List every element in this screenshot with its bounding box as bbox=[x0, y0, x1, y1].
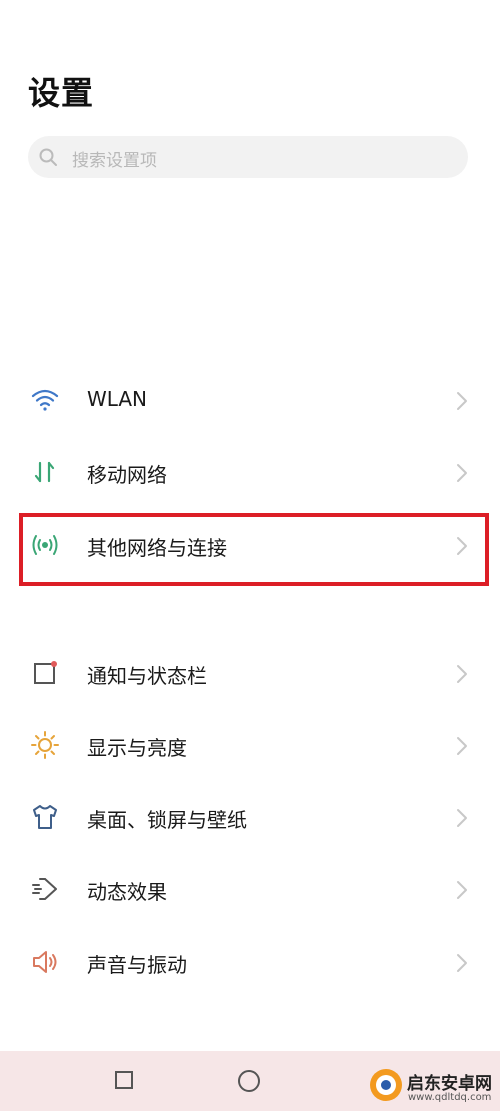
search-placeholder: 搜索设置项 bbox=[72, 151, 157, 171]
settings-item-sound[interactable]: 声音与振动 bbox=[0, 925, 500, 997]
settings-item-mobile-network[interactable]: 移动网络 bbox=[0, 435, 500, 507]
mobile-data-icon bbox=[34, 461, 55, 483]
brightness-icon bbox=[31, 731, 59, 759]
highlight-annotation-box bbox=[19, 513, 489, 586]
animation-icon bbox=[32, 878, 57, 900]
chevron-right-icon bbox=[457, 464, 467, 482]
watermark-url: www.qdltdq.com bbox=[408, 1092, 492, 1103]
wifi-icon bbox=[31, 389, 59, 411]
settings-item-notifications[interactable]: 通知与状态栏 bbox=[0, 636, 500, 708]
watermark: 启东安卓网 www.qdltdq.com bbox=[368, 1063, 496, 1109]
page-title: 设置 bbox=[28, 74, 95, 112]
settings-item-label: 移动网络 bbox=[87, 463, 167, 487]
chevron-right-icon bbox=[457, 954, 467, 972]
search-input[interactable]: 搜索设置项 bbox=[28, 136, 468, 178]
settings-item-label: 桌面、锁屏与壁纸 bbox=[87, 808, 247, 832]
chevron-right-icon bbox=[457, 881, 467, 899]
recent-apps-button[interactable] bbox=[115, 1071, 133, 1089]
chevron-right-icon bbox=[457, 737, 467, 755]
settings-item-wlan[interactable]: WLAN bbox=[0, 363, 500, 435]
settings-item-label: 动态效果 bbox=[87, 880, 167, 904]
speaker-icon bbox=[33, 951, 57, 973]
notification-icon bbox=[34, 661, 57, 684]
settings-item-wallpaper[interactable]: 桌面、锁屏与壁纸 bbox=[0, 780, 500, 852]
settings-item-label: 通知与状态栏 bbox=[87, 664, 207, 688]
settings-item-display[interactable]: 显示与亮度 bbox=[0, 708, 500, 780]
settings-item-label: WLAN bbox=[87, 387, 148, 411]
settings-item-label: 显示与亮度 bbox=[87, 736, 187, 760]
chevron-right-icon bbox=[457, 392, 467, 410]
chevron-right-icon bbox=[457, 809, 467, 827]
watermark-logo bbox=[370, 1069, 402, 1101]
home-button[interactable] bbox=[238, 1070, 260, 1092]
tshirt-icon bbox=[33, 805, 57, 829]
search-icon bbox=[39, 148, 57, 166]
settings-item-label: 声音与振动 bbox=[87, 953, 187, 977]
settings-item-animations[interactable]: 动态效果 bbox=[0, 852, 500, 924]
watermark-title: 启东安卓网 bbox=[407, 1074, 492, 1094]
chevron-right-icon bbox=[457, 665, 467, 683]
